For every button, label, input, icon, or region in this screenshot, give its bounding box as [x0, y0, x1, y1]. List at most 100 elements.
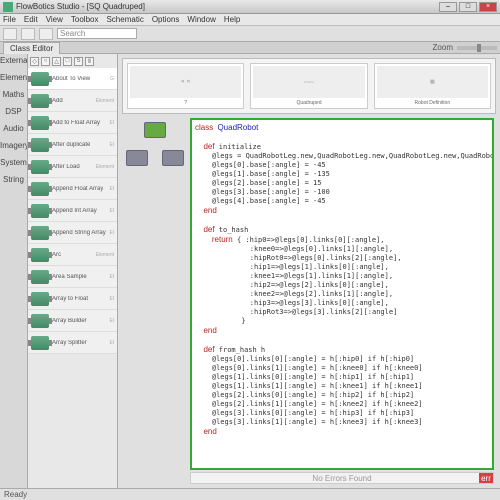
error-button[interactable]: err [479, 473, 493, 483]
component-name: Append String Array [52, 230, 106, 236]
thumb[interactable]: 〰〰Quadruped [250, 63, 367, 109]
component-type: G [110, 76, 114, 82]
cat-external[interactable]: External [0, 56, 27, 72]
node-trigger[interactable] [144, 122, 166, 138]
tool-button[interactable] [21, 28, 35, 40]
node-afterload[interactable] [162, 150, 184, 166]
palette-item[interactable]: Append Float Array El [28, 178, 117, 200]
cat-string[interactable]: String [0, 175, 27, 191]
component-icon [31, 336, 49, 350]
palette-item[interactable]: After Load Element [28, 156, 117, 178]
tool-button[interactable] [3, 28, 17, 40]
component-icon [31, 204, 49, 218]
palette-item[interactable]: Array to Float El [28, 288, 117, 310]
component-name: After duplicate [52, 142, 90, 148]
component-icon [31, 160, 49, 174]
palette-item[interactable]: About To ViewG [28, 68, 117, 90]
zoom-control: Zoom [433, 43, 497, 52]
breadcrumb-thumbs: ✕ ✕? 〰〰Quadruped ▦Robot Definition [122, 58, 496, 114]
component-type: El [110, 274, 114, 280]
code-editor[interactable]: class QuadRobot def initialize @legs = Q… [190, 118, 494, 470]
cat-dsp[interactable]: DSP [0, 107, 27, 123]
filter-icon[interactable]: ○ [41, 57, 50, 66]
component-type: El [110, 120, 114, 126]
filter-icon[interactable]: △ [52, 57, 61, 66]
component-icon [31, 270, 49, 284]
palette-item[interactable]: Append String Array El [28, 222, 117, 244]
component-type: El [110, 230, 114, 236]
zoom-slider[interactable] [457, 46, 497, 50]
component-name: Append Float Array [52, 186, 103, 192]
thumb[interactable]: ▦Robot Definition [374, 63, 491, 109]
palette-item[interactable]: Array SplitterEl [28, 332, 117, 354]
component-type: Element [96, 252, 114, 258]
cat-element[interactable]: Element [0, 73, 27, 89]
tool-button[interactable] [39, 28, 53, 40]
component-name: After Load [52, 164, 80, 170]
category-sidebar: External Element Maths DSP Audio Imagery… [0, 54, 28, 488]
component-icon [31, 116, 49, 130]
menu-toolbox[interactable]: Toolbox [71, 15, 99, 24]
component-icon [31, 72, 49, 86]
component-name: Array Builder [52, 318, 87, 324]
node-graph[interactable] [126, 122, 186, 182]
filter-icon[interactable]: S [74, 57, 83, 66]
component-icon [31, 248, 49, 262]
titlebar: FlowBotics Studio - [SQ Quadruped] – □ × [0, 0, 500, 14]
filter-icon[interactable]: ◇ [30, 57, 39, 66]
canvas[interactable]: ✕ ✕? 〰〰Quadruped ▦Robot Definition class… [118, 54, 500, 488]
menu-help[interactable]: Help [224, 15, 240, 24]
component-icon [31, 314, 49, 328]
component-type: El [110, 318, 114, 324]
component-name: Array to Float [52, 296, 88, 302]
component-type: El [110, 340, 114, 346]
filter-icon[interactable]: □ [63, 57, 72, 66]
component-type: Element [96, 98, 114, 104]
tab-class-editor[interactable]: Class Editor [3, 42, 60, 54]
component-palette: ◇ ○ △ □ S Ⅱ About To ViewGAddElementAdd … [28, 54, 118, 488]
component-type: El [110, 208, 114, 214]
maximize-button[interactable]: □ [459, 2, 477, 12]
component-type: Element [96, 164, 114, 170]
menu-view[interactable]: View [46, 15, 63, 24]
component-type: El [110, 296, 114, 302]
component-icon [31, 292, 49, 306]
menu-schematic[interactable]: Schematic [106, 15, 143, 24]
menu-edit[interactable]: Edit [24, 15, 38, 24]
window-title: FlowBotics Studio - [SQ Quadruped] [16, 2, 439, 11]
tabbar: Class Editor Zoom [0, 42, 500, 54]
component-name: Arc [52, 252, 61, 258]
minimize-button[interactable]: – [439, 2, 457, 12]
toolbar: Search [0, 26, 500, 42]
component-type: El [110, 142, 114, 148]
statusbar: Ready [0, 488, 500, 500]
palette-item[interactable]: Area Sample El [28, 266, 117, 288]
component-name: Area Sample [52, 274, 87, 280]
component-name: Add to Float Array [52, 120, 100, 126]
menubar: File Edit View Toolbox Schematic Options… [0, 14, 500, 26]
menu-file[interactable]: File [3, 15, 16, 24]
error-bar: No Errors Found err [190, 472, 494, 484]
node-forward-ruby[interactable] [126, 150, 148, 166]
cat-system[interactable]: System [0, 158, 27, 174]
cat-maths[interactable]: Maths [0, 90, 27, 106]
component-icon [31, 226, 49, 240]
menu-options[interactable]: Options [152, 15, 180, 24]
cat-audio[interactable]: Audio [0, 124, 27, 140]
cat-imagery[interactable]: Imagery [0, 141, 27, 157]
palette-item[interactable]: Array Builder El [28, 310, 117, 332]
palette-item[interactable]: Add Element [28, 90, 117, 112]
palette-item[interactable]: Add to Float Array El [28, 112, 117, 134]
menu-window[interactable]: Window [187, 15, 215, 24]
error-label: No Errors Found [312, 474, 371, 483]
thumb[interactable]: ✕ ✕? [127, 63, 244, 109]
palette-header: ◇ ○ △ □ S Ⅱ [28, 54, 117, 68]
close-button[interactable]: × [479, 2, 497, 12]
palette-item[interactable]: After duplicate El [28, 134, 117, 156]
search-input[interactable]: Search [57, 28, 137, 39]
palette-item[interactable]: Arc Element [28, 244, 117, 266]
filter-icon[interactable]: Ⅱ [85, 57, 94, 66]
component-name: Add [52, 98, 63, 104]
component-type: El [110, 186, 114, 192]
palette-item[interactable]: Append Int ArrayEl [28, 200, 117, 222]
